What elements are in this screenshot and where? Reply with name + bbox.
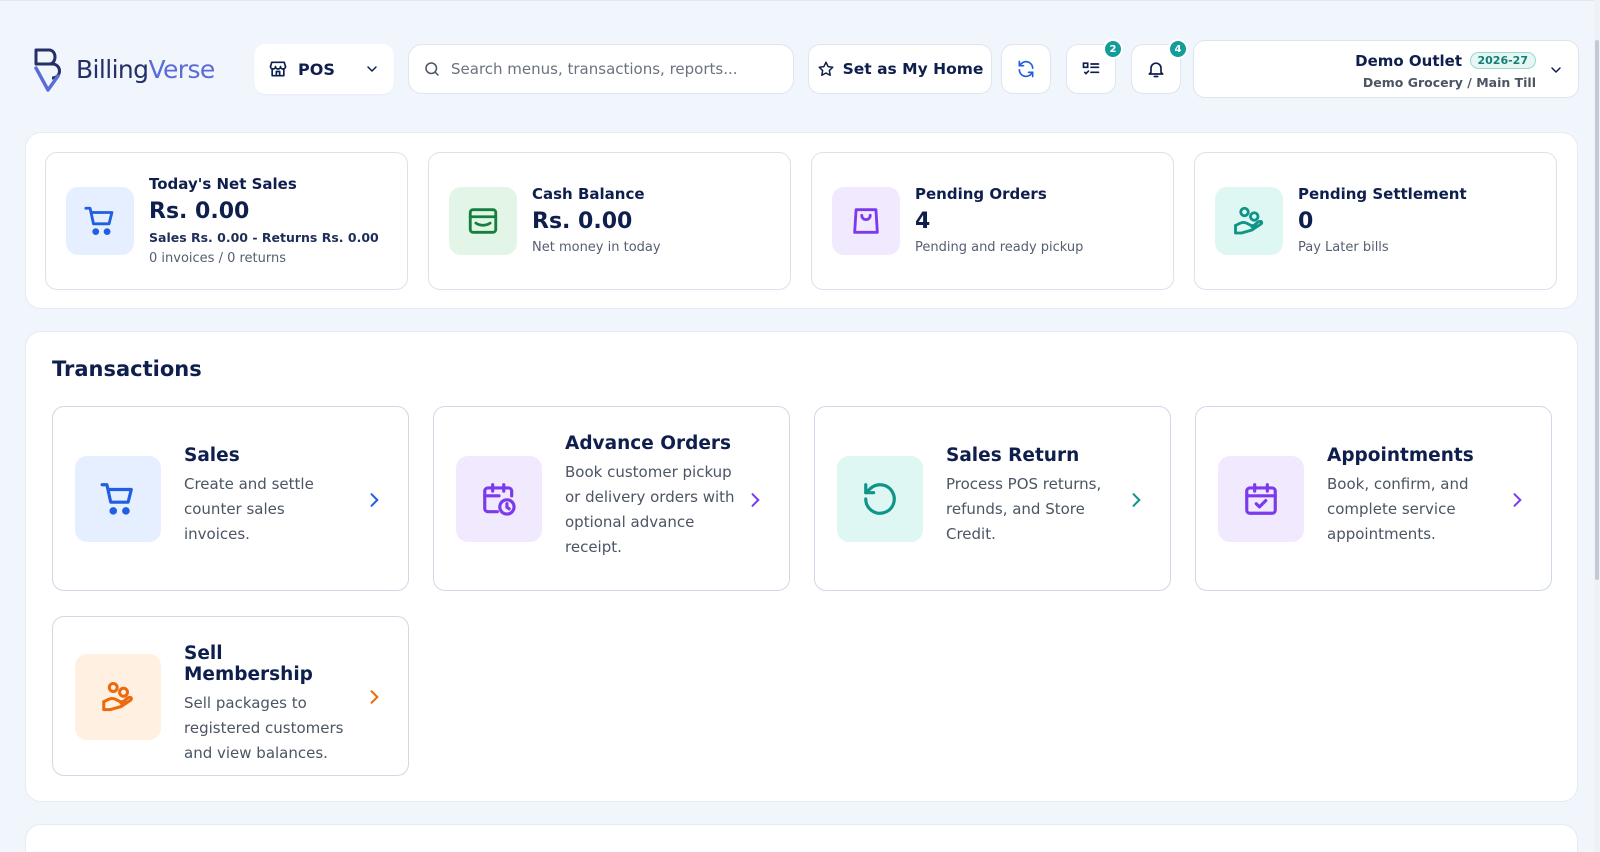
store-icon	[269, 61, 287, 77]
app-logo[interactable]: BillingVerse	[32, 46, 215, 92]
section-title: Transactions	[52, 357, 202, 381]
chevron-right-icon	[370, 690, 379, 704]
module-selector[interactable]: POS	[254, 44, 394, 94]
card-description: Book customer pickup or delivery orders …	[565, 463, 735, 556]
card-description: Sell packages to registered customers an…	[184, 694, 344, 762]
refresh-button[interactable]	[1001, 44, 1051, 94]
hand-coins-icon	[1234, 206, 1264, 235]
financial-year-badge: 2026-27	[1469, 52, 1536, 69]
stat-icon-box	[449, 187, 517, 255]
logo-text-suffix: Verse	[148, 54, 215, 84]
stat-detail: Sales Rs. 0.00 - Returns Rs. 0.00	[149, 230, 379, 245]
transaction-card-appointments[interactable]: Appointments Book, confirm, and complete…	[1195, 406, 1552, 591]
chevron-right-icon	[370, 493, 379, 507]
checklist-icon	[1082, 62, 1100, 75]
stat-icon-box	[1215, 187, 1283, 255]
global-search[interactable]	[408, 44, 794, 94]
outlet-subtitle: Demo Grocery / Main Till	[1362, 75, 1536, 90]
stat-value: 4	[915, 209, 931, 234]
card-icon-box	[837, 456, 923, 542]
calendar-clock-icon	[483, 483, 516, 516]
cart-icon	[84, 206, 114, 236]
star-icon	[818, 61, 834, 76]
transaction-card-sales[interactable]: Sales Create and settle counter sales in…	[52, 406, 409, 591]
stat-note: Pay Later bills	[1298, 240, 1389, 255]
wallet-icon	[468, 208, 498, 234]
notifications-badge: 4	[1168, 39, 1188, 59]
set-as-home-button[interactable]: Set as My Home	[808, 44, 992, 94]
chevron-right-icon	[1513, 493, 1522, 507]
outlet-selector[interactable]: Demo Outlet 2026-27 Demo Grocery / Main …	[1193, 40, 1579, 98]
cart-icon	[100, 483, 133, 515]
notifications-button[interactable]: 4	[1131, 39, 1188, 94]
scrollbar-thumb[interactable]	[1595, 40, 1599, 580]
window-top-border	[0, 0, 1600, 1]
stat-card-cash-balance[interactable]: Cash Balance Rs. 0.00 Net money in today	[428, 152, 791, 290]
card-icon-box	[1218, 456, 1304, 542]
card-icon-box	[75, 654, 161, 740]
hand-coins-icon	[102, 682, 133, 712]
search-input[interactable]	[451, 60, 771, 78]
stat-value: Rs. 0.00	[532, 209, 633, 234]
logo-text-prefix: Billing	[76, 54, 149, 84]
tasks-button[interactable]: 2	[1066, 39, 1123, 94]
stat-value: Rs. 0.00	[149, 199, 250, 224]
stat-card-net-sales[interactable]: Today's Net Sales Rs. 0.00 Sales Rs. 0.0…	[45, 152, 408, 290]
transaction-card-advance-orders[interactable]: Advance Orders Book customer pickup or d…	[433, 406, 790, 591]
card-title: Sell Membership	[184, 643, 313, 685]
chevron-down-icon	[1551, 67, 1561, 74]
outlet-name: Demo Outlet	[1355, 52, 1462, 70]
stat-title: Cash Balance	[532, 185, 645, 203]
stat-title: Today's Net Sales	[149, 175, 297, 193]
chevron-down-icon	[367, 66, 377, 73]
module-label: POS	[298, 59, 335, 79]
stat-title: Pending Orders	[915, 185, 1047, 203]
next-section-panel	[25, 824, 1578, 852]
transaction-card-sales-return[interactable]: Sales Return Process POS returns, refund…	[814, 406, 1171, 591]
card-icon-box	[75, 456, 161, 542]
stat-note: 0 invoices / 0 returns	[149, 251, 287, 266]
stat-card-pending-orders[interactable]: Pending Orders 4 Pending and ready picku…	[811, 152, 1174, 290]
refresh-icon	[1018, 60, 1034, 78]
card-description: Book, confirm, and complete service appo…	[1327, 475, 1469, 543]
bell-icon	[1148, 62, 1164, 78]
card-icon-box	[456, 456, 542, 542]
card-title: Appointments	[1327, 445, 1474, 466]
logo-mark-icon	[34, 48, 61, 92]
stat-value: 0	[1298, 209, 1314, 234]
stat-title: Pending Settlement	[1298, 185, 1467, 203]
page-scrollbar[interactable]	[1594, 0, 1600, 852]
stat-icon-box	[66, 187, 134, 255]
chevron-right-icon	[751, 493, 760, 507]
set-as-home-label: Set as My Home	[842, 60, 984, 78]
top-header: BillingVerse POS Set as My Home 2 4 Demo…	[0, 39, 1600, 98]
card-description: Create and settle counter sales invoices…	[184, 475, 314, 543]
rotate-ccw-icon	[864, 483, 896, 515]
shopping-bag-icon	[853, 208, 879, 234]
chevron-right-icon	[1132, 493, 1141, 507]
stat-icon-box	[832, 187, 900, 255]
stat-note: Pending and ready pickup	[915, 240, 1084, 255]
logo-text: BillingVerse	[76, 55, 215, 84]
card-description: Process POS returns, refunds, and Store …	[946, 475, 1102, 543]
calendar-check-icon	[1245, 483, 1277, 515]
transaction-card-sell-membership[interactable]: Sell Membership Sell packages to registe…	[52, 616, 409, 776]
card-title: Sales Return	[946, 445, 1080, 466]
tasks-badge: 2	[1103, 39, 1123, 59]
search-icon	[425, 62, 439, 76]
card-title: Sales	[184, 445, 240, 466]
stat-card-pending-settlement[interactable]: Pending Settlement 0 Pay Later bills	[1194, 152, 1557, 290]
card-title: Advance Orders	[565, 433, 732, 454]
stat-note: Net money in today	[532, 240, 661, 255]
